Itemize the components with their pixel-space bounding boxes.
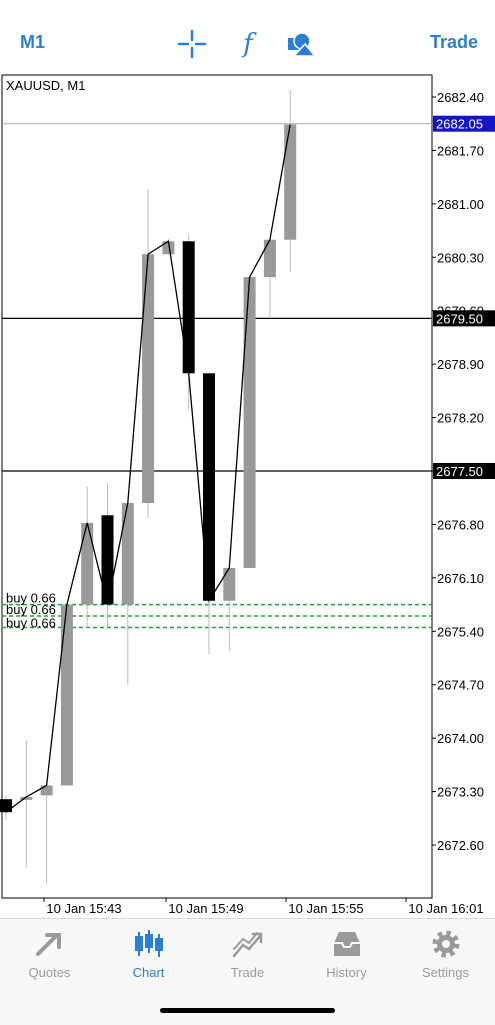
candle-body [263, 239, 276, 278]
price-tick-label: 2673.30 [437, 785, 484, 800]
chart-svg[interactable]: XAUUSD, M1 2682.40 2681.70 2681.00 2680.30 2… [0, 72, 495, 918]
objects-icon[interactable] [285, 28, 317, 60]
home-indicator [160, 1008, 335, 1013]
candle-body [60, 604, 73, 786]
candle-body [81, 522, 94, 605]
timeframe-button[interactable]: M1 [20, 32, 45, 53]
indicators-icon[interactable]: f [232, 28, 264, 60]
price-tick-label: 2678.20 [437, 411, 484, 426]
hline-price-label: 2679.50 [436, 311, 483, 326]
tab-settings[interactable]: Settings [396, 927, 495, 997]
price-tick-label: 2674.70 [437, 678, 484, 693]
price-tick-label: 2681.00 [437, 197, 484, 212]
price-tick-label: 2682.40 [437, 90, 484, 105]
price-tick-label: 2676.80 [437, 517, 484, 532]
tab-label: Chart [132, 965, 165, 980]
top-toolbar: M1 f Trade [0, 0, 495, 73]
price-tick-label: 2680.30 [437, 250, 484, 265]
candle-body [40, 785, 53, 796]
time-tick-label: 10 Jan 15:43 [46, 901, 121, 916]
time-tick-label: 10 Jan 16:01 [408, 901, 483, 916]
tab-quotes[interactable]: Quotes [0, 927, 99, 997]
candle-body [0, 799, 12, 813]
tab-label: Settings [422, 965, 469, 980]
price-tick-label: 2681.70 [437, 143, 484, 158]
tab-trade[interactable]: Trade [198, 927, 297, 997]
price-tick-label: 2676.10 [437, 571, 484, 586]
candle-body [243, 277, 256, 568]
candle-body [121, 503, 134, 605]
current-price-label: 2682.05 [436, 117, 483, 132]
candle-body [223, 567, 236, 601]
chart-icon [134, 930, 163, 957]
trade-icon [232, 932, 262, 958]
candle-body [203, 373, 215, 601]
price-tick-label: 2672.60 [437, 838, 484, 853]
history-icon [333, 932, 360, 956]
trade-button[interactable]: Trade [430, 32, 478, 53]
settings-icon [432, 930, 459, 958]
tab-label: Trade [230, 965, 265, 980]
quotes-icon [35, 933, 61, 956]
candle-body [101, 515, 114, 605]
candle-body [182, 241, 195, 374]
time-tick-label: 10 Jan 15:49 [168, 901, 243, 916]
price-tick-label: 2674.00 [437, 731, 484, 746]
price-tick-label: 2678.90 [437, 357, 484, 372]
order-label: buy 0.66 [6, 615, 56, 630]
tab-label: Quotes [28, 965, 71, 980]
tab-chart[interactable]: Chart [99, 927, 198, 997]
hline-price-label: 2677.50 [436, 464, 483, 479]
candle-body [284, 124, 297, 240]
tab-label: History [326, 965, 367, 980]
candle-body [142, 254, 155, 504]
time-tick-label: 10 Jan 15:55 [288, 901, 363, 916]
symbol-label: XAUUSD, M1 [6, 78, 85, 93]
price-chart[interactable]: XAUUSD, M1 2682.40 2681.70 2681.00 2680.30 2… [0, 72, 495, 918]
crosshair-icon[interactable] [176, 28, 208, 60]
price-tick-label: 2675.40 [437, 624, 484, 639]
tab-history[interactable]: History [297, 927, 396, 997]
svg-text:f: f [241, 29, 257, 59]
